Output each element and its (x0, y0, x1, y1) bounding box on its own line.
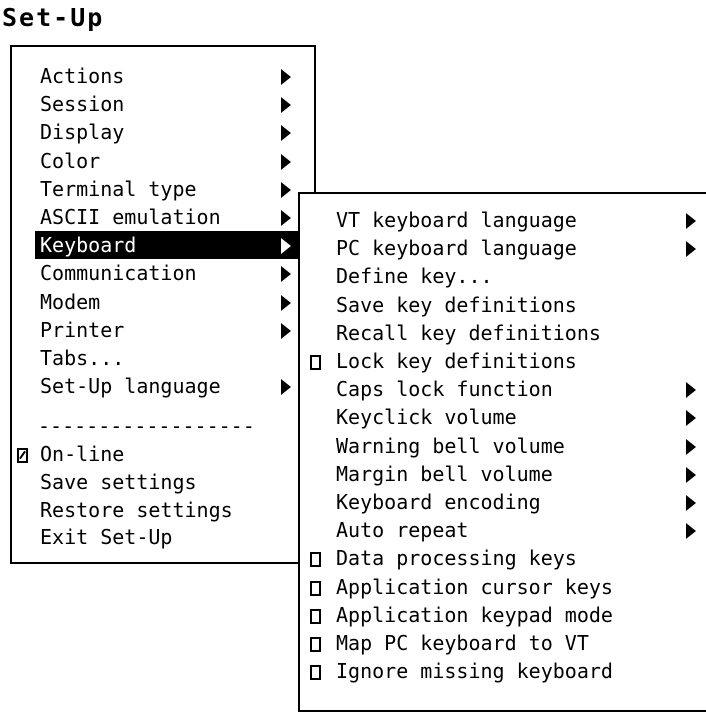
checkbox-icon[interactable] (310, 637, 321, 652)
keyboard-item-keyboard-encoding[interactable]: Keyboard encoding (304, 488, 704, 516)
menu-item-label: Margin bell volume (336, 461, 553, 486)
submenu-arrow-icon (281, 181, 291, 198)
keyboard-item-ignore-missing-keyboard[interactable]: Ignore missing keyboard (304, 657, 704, 685)
menu-item-printer[interactable]: Printer (35, 316, 305, 344)
menu-item-color[interactable]: Color (35, 147, 305, 175)
menu-item-display[interactable]: Display (35, 118, 305, 146)
keyboard-item-keyclick-volume[interactable]: Keyclick volume (304, 403, 704, 431)
submenu-arrow-icon (281, 266, 291, 283)
submenu-arrow-icon (281, 322, 291, 339)
menu-item-label: Exit Set-Up (40, 525, 173, 550)
keyboard-item-margin-bell-volume[interactable]: Margin bell volume (304, 460, 704, 488)
keyboard-item-pc-keyboard-language[interactable]: PC keyboard language (304, 234, 704, 262)
menu-item-label: Keyboard encoding (336, 490, 541, 514)
submenu-arrow-icon (281, 97, 291, 114)
submenu-arrow-icon (686, 523, 696, 540)
menu-item-label: Terminal type (40, 176, 197, 201)
keyboard-item-warning-bell-volume[interactable]: Warning bell volume (304, 432, 704, 460)
checkbox-icon[interactable] (310, 552, 321, 568)
submenu-arrow-icon (281, 125, 291, 142)
setup-main-menu: Actions Session Display Color Terminal type A… (10, 45, 316, 564)
keyboard-item-define-key[interactable]: Define key... (304, 262, 704, 290)
menu-item-restore-settings[interactable]: Restore settings (35, 496, 305, 524)
menu-item-label: Define key... (336, 264, 493, 289)
menu-item-label: Ignore missing keyboard (336, 659, 613, 684)
keyboard-item-vt-keyboard-language[interactable]: VT keyboard language (304, 206, 704, 234)
submenu-arrow-icon (686, 213, 696, 229)
menu-item-label: Tabs... (40, 346, 125, 370)
menu-item-modem[interactable]: Modem (35, 288, 305, 316)
menu-item-label: Keyboard (40, 233, 137, 258)
menu-item-save-settings[interactable]: Save settings (35, 468, 305, 496)
menu-item-label: On-line (40, 442, 125, 466)
menu-item-label: PC keyboard language (336, 236, 577, 261)
menu-item-label: Warning bell volume (336, 433, 565, 458)
menu-item-on-line[interactable]: On-line (17, 440, 305, 468)
menu-item-label: Save settings (40, 469, 197, 494)
menu-item-tabs[interactable]: Tabs... (35, 344, 305, 372)
menu-item-label: Session (40, 92, 125, 117)
submenu-arrow-icon (686, 466, 696, 483)
submenu-arrow-icon (281, 210, 291, 226)
menu-item-communication[interactable]: Communication (35, 259, 305, 287)
menu-item-keyboard[interactable]: Keyboard (35, 231, 305, 260)
menu-item-label: Printer (40, 317, 125, 342)
submenu-arrow-icon (281, 238, 291, 255)
menu-item-actions[interactable]: Actions (35, 62, 305, 90)
submenu-arrow-icon (281, 153, 291, 170)
menu-item-label: Map PC keyboard to VT (336, 631, 589, 655)
keyboard-submenu: VT keyboard language PC keyboard language… (298, 192, 706, 712)
keyboard-item-auto-repeat[interactable]: Auto repeat (304, 516, 704, 544)
keyboard-item-map-pc-keyboard-to-vt[interactable]: Map PC keyboard to VT (304, 629, 704, 657)
keyboard-item-caps-lock-function[interactable]: Caps lock function (304, 375, 704, 403)
keyboard-item-application-keypad-mode[interactable]: Application keypad mode (304, 601, 704, 629)
keyboard-item-save-key-definitions[interactable]: Save key definitions (304, 291, 704, 319)
menu-item-label: Application cursor keys (336, 574, 613, 599)
menu-item-label: Recall key definitions (336, 320, 601, 345)
menu-item-ascii-emulation[interactable]: ASCII emulation (35, 203, 305, 231)
checkbox-icon[interactable] (17, 448, 28, 463)
submenu-arrow-icon (686, 495, 696, 511)
checkbox-icon[interactable] (310, 665, 321, 681)
menu-item-label: Lock key definitions (336, 349, 577, 373)
checkbox-icon[interactable] (310, 608, 321, 624)
menu-item-set-up-language[interactable]: Set-Up language (35, 372, 305, 400)
checkbox-icon[interactable] (310, 355, 321, 370)
checkbox-icon[interactable] (310, 580, 321, 596)
menu-item-label: Actions (40, 64, 125, 88)
menu-item-label: Data processing keys (336, 546, 577, 571)
menu-item-label: Color (40, 148, 101, 173)
menu-item-label: Set-Up language (40, 374, 221, 399)
menu-item-label: ASCII emulation (40, 205, 221, 229)
menu-item-label: Save key definitions (336, 292, 577, 317)
menu-item-label: Restore settings (40, 497, 233, 522)
submenu-arrow-icon (281, 379, 291, 396)
keyboard-item-recall-key-definitions[interactable]: Recall key definitions (304, 319, 704, 347)
menu-item-label: Keyclick volume (336, 405, 517, 430)
menu-item-terminal-type[interactable]: Terminal type (35, 175, 305, 203)
submenu-arrow-icon (686, 438, 696, 455)
menu-item-label: Display (40, 120, 125, 145)
submenu-arrow-icon (686, 410, 696, 427)
submenu-arrow-icon (686, 382, 696, 399)
keyboard-item-application-cursor-keys[interactable]: Application cursor keys (304, 573, 704, 601)
submenu-arrow-icon (281, 69, 291, 85)
submenu-arrow-icon (686, 241, 696, 258)
submenu-arrow-icon (281, 294, 291, 311)
menu-separator: ------------------ (38, 414, 255, 438)
menu-item-session[interactable]: Session (35, 90, 305, 118)
setup-title: Set-Up (2, 3, 105, 32)
menu-item-label: Application keypad mode (336, 602, 613, 627)
menu-item-label: Modem (40, 289, 101, 314)
keyboard-item-lock-key-definitions[interactable]: Lock key definitions (304, 347, 704, 375)
menu-item-exit-set-up[interactable]: Exit Set-Up (35, 523, 305, 551)
menu-item-label: VT keyboard language (336, 208, 577, 232)
keyboard-item-data-processing-keys[interactable]: Data processing keys (304, 544, 704, 572)
menu-item-label: Caps lock function (336, 377, 553, 402)
menu-item-label: Auto repeat (336, 518, 469, 543)
menu-item-label: Communication (40, 261, 197, 286)
